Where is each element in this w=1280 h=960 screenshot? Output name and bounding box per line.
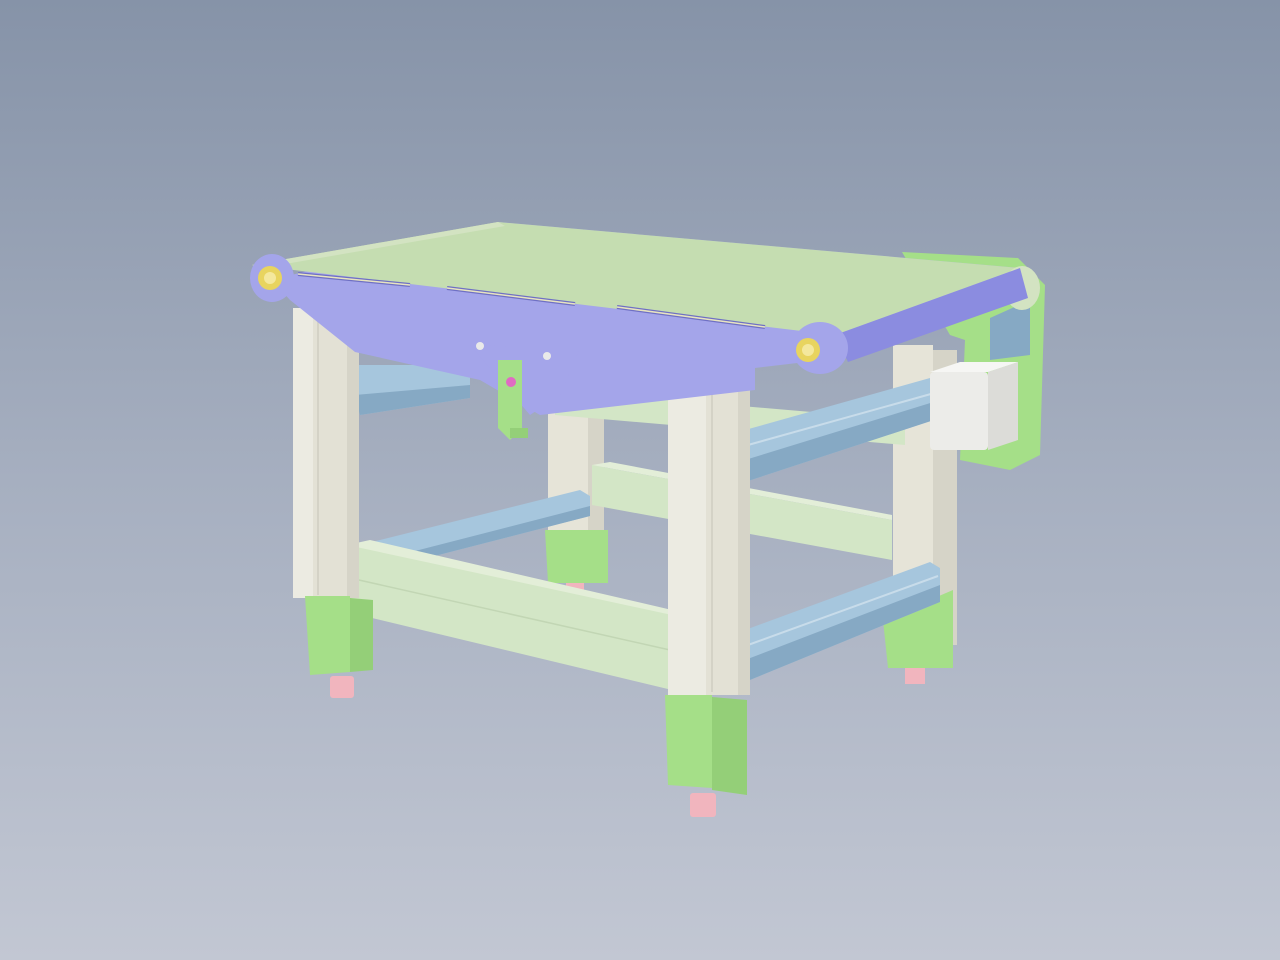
front-right-leg (665, 360, 750, 817)
cad-viewport[interactable] (0, 0, 1280, 960)
conveyor-assembly-model[interactable] (0, 0, 1280, 960)
front-lower-beam (347, 540, 672, 690)
